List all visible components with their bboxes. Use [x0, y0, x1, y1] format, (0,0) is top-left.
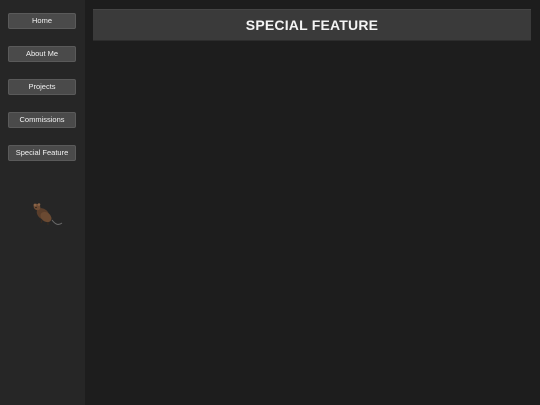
nav-special-feature-button[interactable]: Special Feature — [8, 145, 76, 161]
nav-about-me-button[interactable]: About Me — [8, 46, 76, 62]
sidebar: Home About Me Projects Commissions Speci… — [0, 0, 85, 405]
page-title: SPECIAL FEATURE — [245, 17, 379, 33]
main-content: SPECIAL FEATURE — [85, 0, 540, 405]
rat-icon — [33, 203, 63, 225]
nav-home-button[interactable]: Home — [8, 13, 76, 29]
page-header: SPECIAL FEATURE — [93, 9, 531, 41]
page: Home About Me Projects Commissions Speci… — [0, 0, 540, 405]
nav-projects-button[interactable]: Projects — [8, 79, 76, 95]
nav-commissions-button[interactable]: Commissions — [8, 112, 76, 128]
